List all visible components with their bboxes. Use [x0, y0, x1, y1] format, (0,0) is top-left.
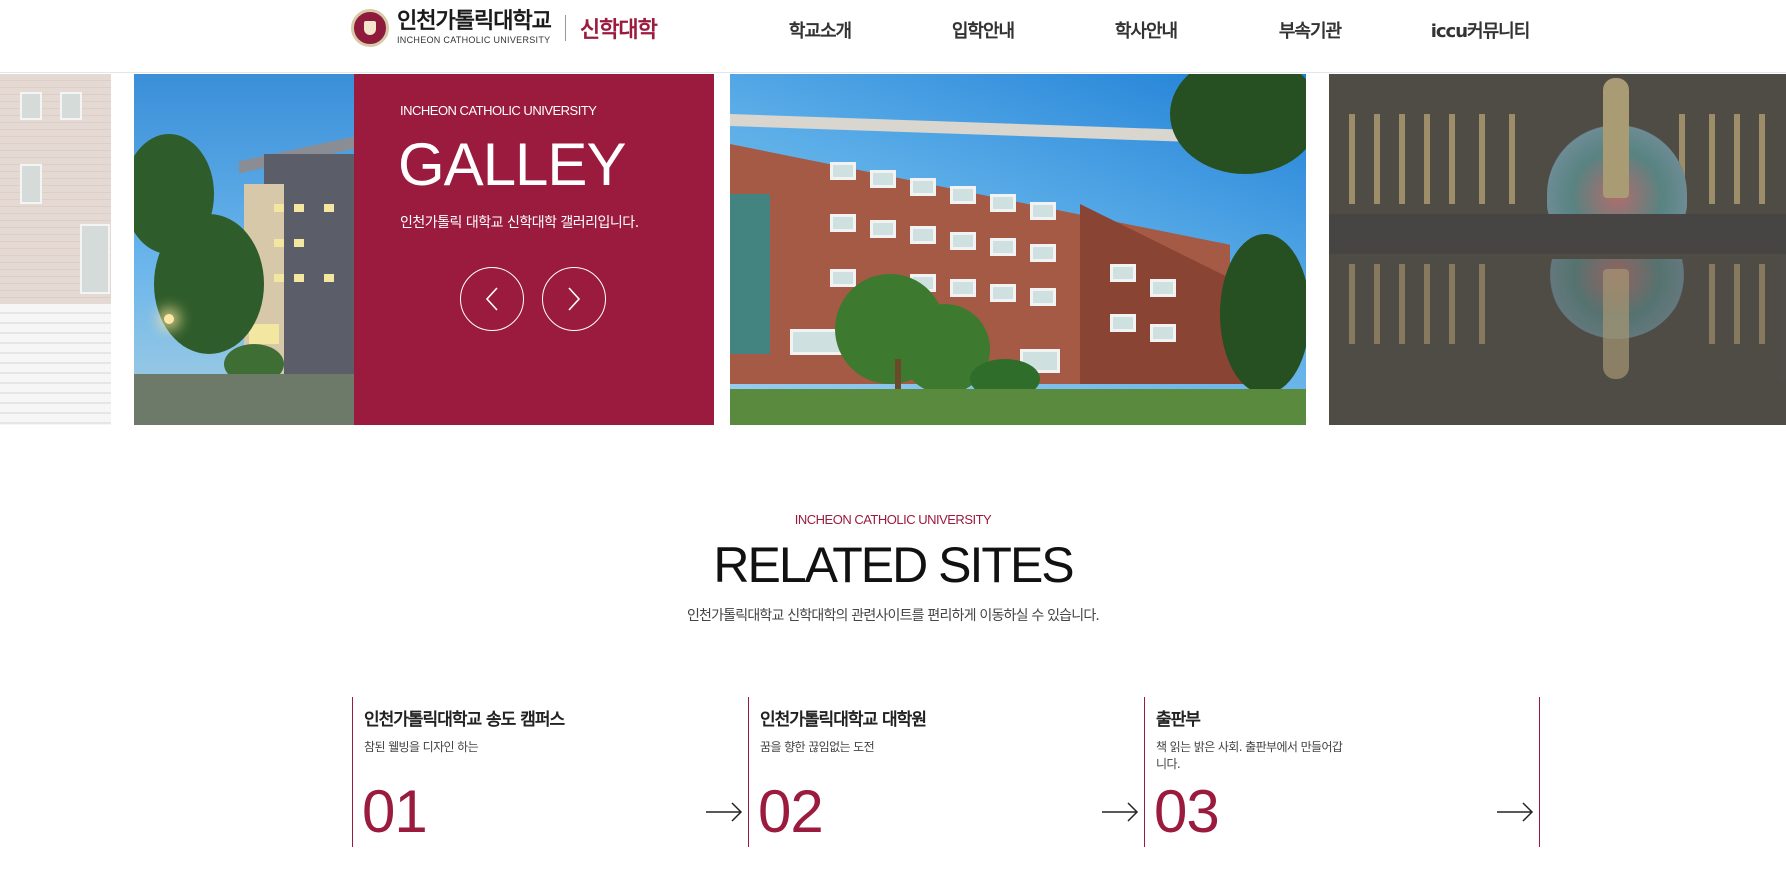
nav-item-admission[interactable]: 입학안내: [943, 17, 1023, 43]
gallery-description: 인천가톨릭 대학교 신학대학 갤러리입니다.: [400, 215, 639, 231]
gallery-next-button[interactable]: [542, 267, 606, 331]
related-site-graduate[interactable]: 인천가톨릭대학교 대학원 꿈을 향한 끊임없는 도전 02: [748, 697, 1144, 847]
university-logo[interactable]: 인천가톨릭대학교 INCHEON CATHOLIC UNIVERSITY 신학대…: [351, 8, 658, 48]
gallery-title: GALLEY: [398, 131, 626, 198]
gallery-prev-button[interactable]: [460, 267, 524, 331]
logo-text: 인천가톨릭대학교 INCHEON CATHOLIC UNIVERSITY: [397, 9, 552, 45]
gallery-kicker: INCHEON CATHOLIC UNIVERSITY: [400, 103, 597, 118]
gallery-photo-building-dusk[interactable]: [134, 74, 354, 425]
related-title: RELATED SITES: [713, 537, 1074, 593]
nav-item-school-intro[interactable]: 학교소개: [780, 17, 860, 43]
site-subtitle: 꿈을 향한 끊임없는 도전: [760, 740, 875, 754]
related-site-press[interactable]: 출판부 책 읽는 밝은 사회. 출판부에서 만들어갑니다. 03: [1144, 697, 1540, 847]
chevron-left-icon: [485, 287, 498, 311]
department-name[interactable]: 신학대학: [580, 12, 658, 44]
logo-english-name: INCHEON CATHOLIC UNIVERSITY: [397, 35, 551, 45]
arrow-right-icon: [706, 802, 743, 822]
gallery-photo-chapel[interactable]: [1329, 74, 1786, 425]
gallery-photo-campus-stairs[interactable]: [0, 74, 111, 425]
site-subtitle: 참된 웰빙을 디자인 하는: [364, 740, 479, 754]
nav-item-academic[interactable]: 학사안내: [1106, 17, 1186, 43]
site-number: 03: [1154, 778, 1220, 845]
site-title: 출판부: [1156, 710, 1201, 730]
site-subtitle: 책 읽는 밝은 사회. 출판부에서 만들어갑니다.: [1156, 740, 1343, 771]
site-number: 01: [362, 778, 428, 845]
university-emblem-icon: [351, 9, 389, 47]
gallery-carousel: INCHEON CATHOLIC UNIVERSITY GALLEY 인천가톨릭…: [0, 74, 1786, 425]
nav-item-community[interactable]: iccu커뮤니티: [1415, 17, 1545, 43]
chevron-right-icon: [568, 287, 581, 311]
site-number: 02: [758, 778, 824, 845]
site-header: 인천가톨릭대학교 INCHEON CATHOLIC UNIVERSITY 신학대…: [0, 0, 1786, 73]
arrow-right-icon: [1497, 802, 1534, 822]
gallery-photo-brick-building[interactable]: [730, 74, 1306, 425]
related-kicker: INCHEON CATHOLIC UNIVERSITY: [794, 512, 992, 527]
gallery-info-panel: INCHEON CATHOLIC UNIVERSITY GALLEY 인천가톨릭…: [354, 74, 714, 425]
related-description: 인천가톨릭대학교 신학대학의 관련사이트를 편리하게 이동하실 수 있습니다.: [686, 608, 1100, 624]
site-title: 인천가톨릭대학교 송도 캠퍼스: [364, 710, 565, 730]
nav-item-affiliated[interactable]: 부속기관: [1270, 17, 1350, 43]
site-title: 인천가톨릭대학교 대학원: [760, 710, 927, 730]
logo-korean-name: 인천가톨릭대학교: [397, 9, 552, 34]
related-site-songdo[interactable]: 인천가톨릭대학교 송도 캠퍼스 참된 웰빙을 디자인 하는 01: [352, 697, 748, 847]
logo-divider: [564, 15, 566, 41]
arrow-right-icon: [1102, 802, 1139, 822]
